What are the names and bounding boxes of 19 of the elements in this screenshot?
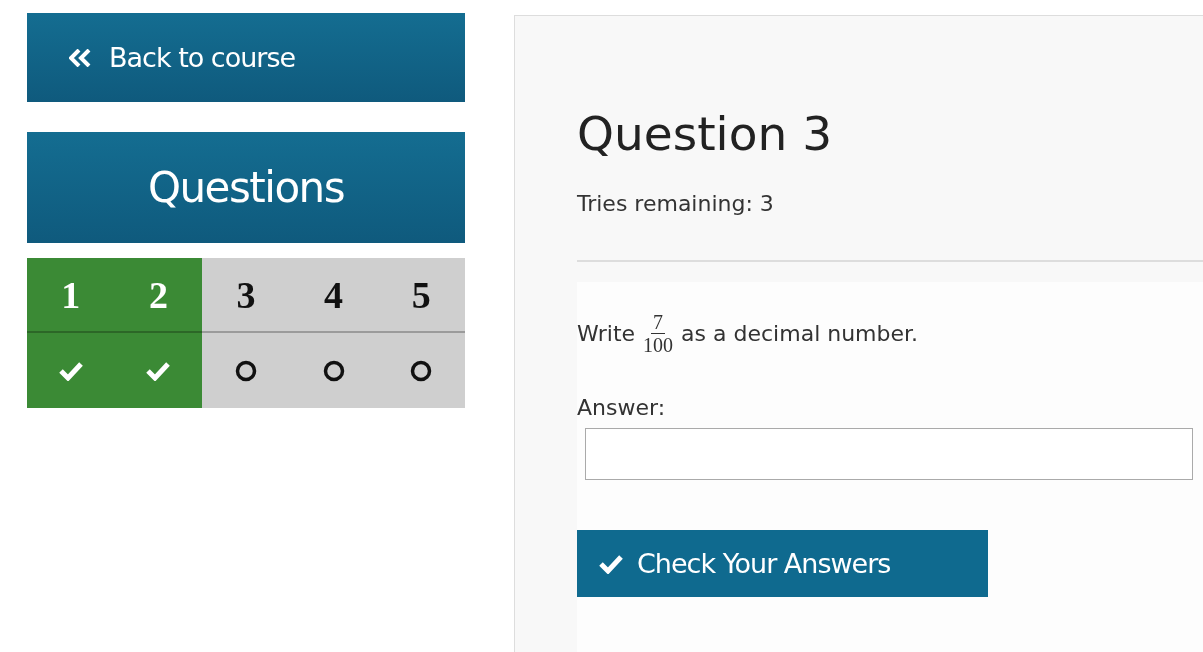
check-icon: [58, 360, 83, 381]
circle-icon: [235, 359, 257, 382]
circle-icon: [322, 359, 345, 382]
tries-remaining: Tries remaining: 3: [577, 191, 775, 216]
answer-field[interactable]: [585, 428, 1193, 480]
double-chevron-left-icon: [69, 48, 91, 67]
circle-icon: [410, 359, 433, 382]
question-number[interactable]: 5: [377, 258, 465, 333]
question-number[interactable]: 4: [289, 258, 378, 333]
check-icon: [599, 553, 623, 574]
question-title: Question 3: [577, 106, 834, 161]
question-number[interactable]: 2: [114, 258, 203, 333]
answer-label: Answer:: [577, 395, 667, 420]
check-answers-button[interactable]: Check Your Answers: [577, 530, 988, 597]
question-number[interactable]: 1: [27, 258, 115, 333]
questions-heading: Questions: [27, 132, 465, 243]
back-to-course-link[interactable]: Back to course: [27, 13, 465, 102]
check-icon: [146, 360, 171, 381]
question-number[interactable]: 3: [202, 258, 290, 333]
